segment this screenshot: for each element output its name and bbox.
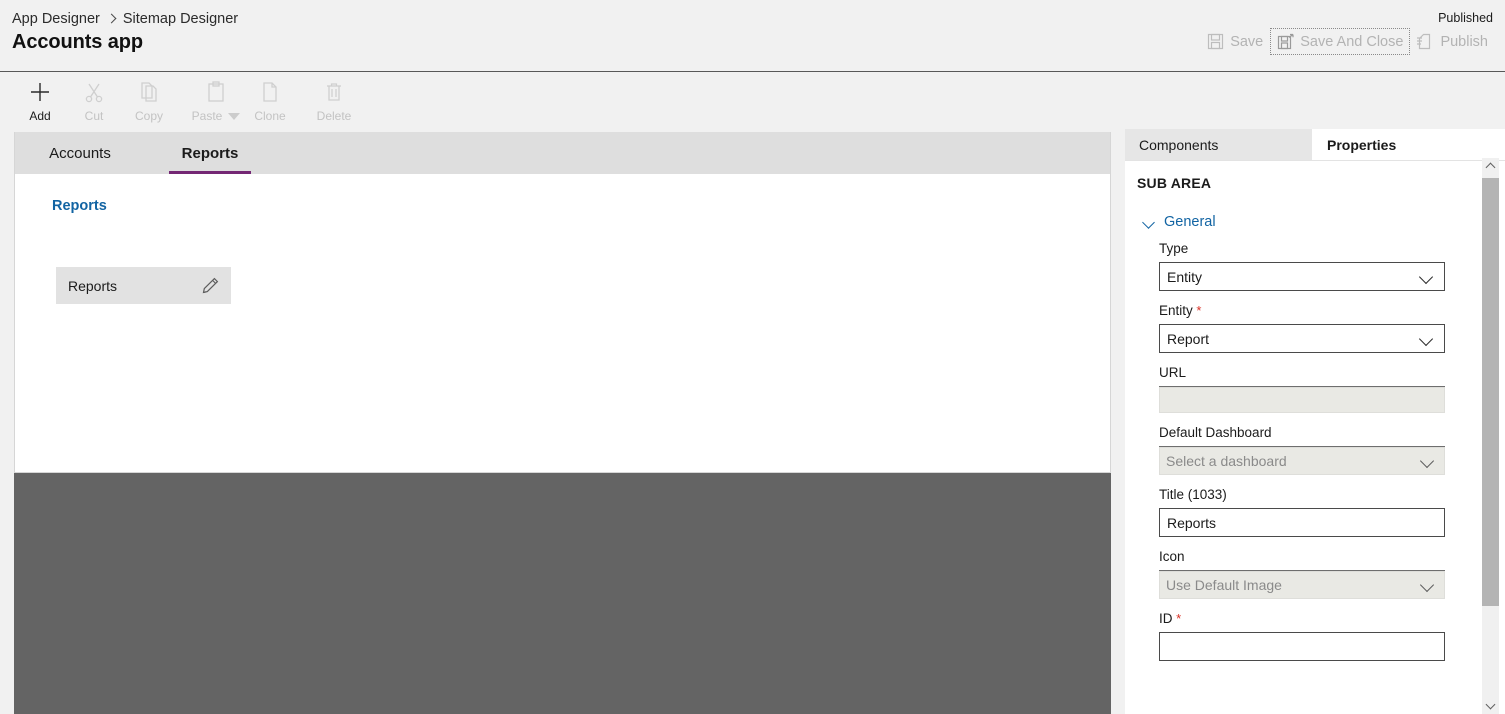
add-command[interactable]: Add xyxy=(12,79,68,123)
copy-icon xyxy=(138,79,160,105)
published-status: Published xyxy=(1438,11,1493,25)
clipboard-icon xyxy=(205,79,227,105)
field-entity-text: Entity xyxy=(1159,303,1193,318)
scissors-icon xyxy=(83,79,105,105)
type-select[interactable]: Entity xyxy=(1159,262,1445,291)
paste-label: Paste xyxy=(191,109,223,123)
tab-accounts-label: Accounts xyxy=(49,144,111,162)
subarea-tile-reports[interactable]: Reports xyxy=(56,267,231,304)
chevron-down-icon[interactable] xyxy=(228,112,241,120)
canvas-tabstrip: Accounts Reports xyxy=(15,132,1110,174)
page-header: App Designer Sitemap Designer Accounts a… xyxy=(0,0,1505,72)
field-url-label: URL xyxy=(1159,365,1187,380)
field-title: Title (1033) Reports xyxy=(1159,487,1481,537)
breadcrumb-item-sitemap-designer[interactable]: Sitemap Designer xyxy=(123,11,238,27)
save-label: Save xyxy=(1230,33,1264,50)
tab-components-label: Components xyxy=(1139,136,1219,153)
save-and-close-icon xyxy=(1278,33,1294,50)
chevron-down-icon xyxy=(1419,331,1435,347)
tab-properties[interactable]: Properties xyxy=(1313,129,1411,160)
properties-scrollbar[interactable] xyxy=(1482,158,1499,714)
title-input[interactable]: Reports xyxy=(1159,508,1445,537)
clone-label: Clone xyxy=(254,109,286,123)
panel-tabstrip: Components Properties xyxy=(1125,129,1505,160)
icon-select[interactable]: Use Default Image xyxy=(1159,570,1445,599)
field-title-label: Title (1033) xyxy=(1159,487,1227,502)
scroll-down-arrow[interactable] xyxy=(1482,697,1499,714)
copy-command[interactable]: Copy xyxy=(121,79,177,123)
properties-body: SUB AREA General Type Entity Entity * Re… xyxy=(1125,160,1505,714)
clone-icon xyxy=(259,79,281,105)
section-general-label: General xyxy=(1164,214,1216,230)
trash-icon xyxy=(323,79,345,105)
chevron-down-icon xyxy=(1420,453,1436,469)
canvas-overlay-panel xyxy=(14,473,1111,714)
copy-label: Copy xyxy=(134,109,163,123)
tab-reports[interactable]: Reports xyxy=(145,132,275,174)
field-icon-label: Icon xyxy=(1159,549,1185,564)
chevron-down-icon xyxy=(1419,269,1435,285)
publish-button[interactable]: Publish xyxy=(1410,28,1495,55)
chevron-down-icon xyxy=(1143,218,1156,226)
field-url: URL xyxy=(1159,365,1481,413)
save-button[interactable]: Save xyxy=(1200,28,1270,55)
pencil-icon[interactable] xyxy=(199,275,221,297)
breadcrumb-item-app-designer[interactable]: App Designer xyxy=(12,11,100,27)
field-entity: Entity * Report xyxy=(1159,303,1481,353)
properties-panel: Components Properties SUB AREA General T… xyxy=(1125,129,1505,714)
canvas-body: Reports Reports xyxy=(15,174,1110,472)
subarea-header: SUB AREA xyxy=(1137,175,1212,191)
icon-select-placeholder: Use Default Image xyxy=(1166,577,1282,593)
field-id-text: ID xyxy=(1159,611,1173,626)
scrollbar-thumb[interactable] xyxy=(1482,178,1499,606)
page-title: Accounts app xyxy=(12,31,144,53)
cut-command[interactable]: Cut xyxy=(66,79,122,123)
header-actions: Save Save And Close Publish xyxy=(1200,28,1495,55)
section-general[interactable]: General xyxy=(1143,214,1216,230)
save-icon xyxy=(1208,33,1224,50)
publish-label: Publish xyxy=(1440,33,1488,50)
tab-properties-label: Properties xyxy=(1327,136,1397,153)
plus-icon xyxy=(28,79,52,105)
default-dashboard-select[interactable]: Select a dashboard xyxy=(1159,446,1445,475)
chevron-right-icon xyxy=(107,13,116,26)
chevron-down-icon xyxy=(1420,577,1436,593)
delete-label: Delete xyxy=(316,109,352,123)
field-entity-label: Entity * xyxy=(1159,303,1481,318)
command-bar: Add Cut Copy Paste Clone Delete xyxy=(0,73,1505,132)
scroll-up-arrow[interactable] xyxy=(1482,158,1499,175)
sitemap-canvas: Accounts Reports Reports Reports xyxy=(14,132,1111,473)
subarea-tile-label: Reports xyxy=(68,277,118,294)
tab-accounts[interactable]: Accounts xyxy=(15,132,145,174)
field-type-label: Type xyxy=(1159,241,1189,256)
field-id-label: ID * xyxy=(1159,611,1481,626)
field-default-dashboard-label: Default Dashboard xyxy=(1159,425,1272,440)
field-type: Type Entity xyxy=(1159,241,1481,291)
field-icon: Icon Use Default Image xyxy=(1159,549,1481,599)
clone-command[interactable]: Clone xyxy=(242,79,298,123)
required-asterisk: * xyxy=(1192,303,1202,318)
save-and-close-button[interactable]: Save And Close xyxy=(1270,28,1411,55)
default-dashboard-placeholder: Select a dashboard xyxy=(1166,453,1287,469)
sitemap-designer-page: App Designer Sitemap Designer Accounts a… xyxy=(0,0,1505,714)
field-id: ID * xyxy=(1159,611,1481,661)
property-fields: Type Entity Entity * Report URL Default … xyxy=(1159,241,1481,673)
publish-icon xyxy=(1417,33,1431,50)
entity-select-value: Report xyxy=(1167,330,1210,347)
cut-label: Cut xyxy=(84,109,104,123)
breadcrumb: App Designer Sitemap Designer xyxy=(12,11,238,27)
delete-command[interactable]: Delete xyxy=(306,79,362,123)
url-input[interactable] xyxy=(1159,386,1445,413)
save-and-close-label: Save And Close xyxy=(1300,33,1404,50)
entity-select[interactable]: Report xyxy=(1159,324,1445,353)
required-asterisk: * xyxy=(1172,611,1182,626)
type-select-value: Entity xyxy=(1167,268,1203,285)
id-input[interactable] xyxy=(1159,632,1445,661)
title-input-value: Reports xyxy=(1167,514,1217,531)
tab-reports-label: Reports xyxy=(181,144,239,162)
add-label: Add xyxy=(29,109,51,123)
tab-components[interactable]: Components xyxy=(1125,129,1312,160)
field-default-dashboard: Default Dashboard Select a dashboard xyxy=(1159,425,1481,475)
group-title[interactable]: Reports xyxy=(52,198,107,214)
